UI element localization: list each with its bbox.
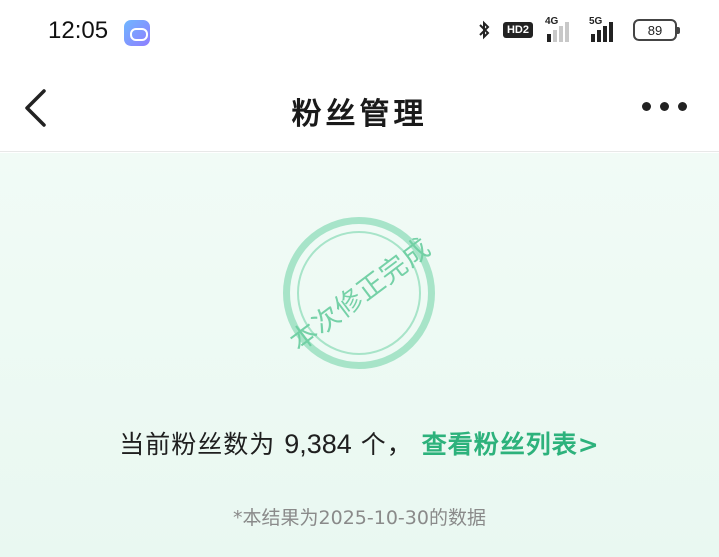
fan-count-line: 当前粉丝数为 9,384 个， 查看粉丝列表>: [0, 425, 719, 461]
more-dot-icon: [642, 102, 651, 111]
completion-stamp: 本次修正完成: [283, 217, 437, 369]
main-content: 本次修正完成 当前粉丝数为 9,384 个， 查看粉丝列表> *本结果为2025…: [0, 153, 719, 557]
bluetooth-icon: [477, 18, 491, 42]
count-prefix: 当前粉丝数为: [119, 430, 276, 459]
nav-bar: 粉丝管理: [0, 64, 719, 152]
page-title: 粉丝管理: [291, 97, 428, 132]
view-fan-list-link[interactable]: 查看粉丝列表>: [422, 430, 600, 459]
count-suffix: 个，: [360, 430, 413, 459]
more-dot-icon: [678, 102, 687, 111]
hd-voice-icon: HD2: [502, 22, 533, 38]
status-bar: 12:05 HD2 4G 5G 89: [0, 0, 719, 64]
status-icons: HD2 4G 5G 89: [477, 16, 680, 42]
more-button[interactable]: [642, 102, 687, 111]
status-time: 12:05: [48, 17, 109, 44]
fan-count-value: 9,384: [284, 429, 352, 459]
signal-5g-icon: 5G: [589, 16, 621, 42]
data-date-note: *本结果为2025-10-30的数据: [233, 507, 486, 529]
signal-4g-icon: 4G: [545, 16, 577, 42]
more-dot-icon: [660, 102, 669, 111]
cloud-app-icon: [124, 20, 150, 46]
battery-icon: 89: [633, 19, 680, 41]
